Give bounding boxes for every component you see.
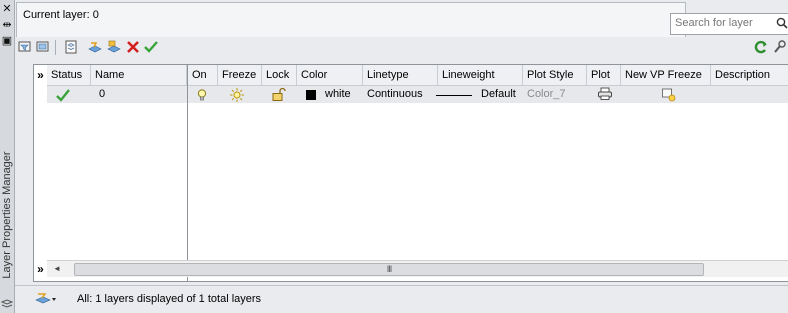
settings-icon[interactable]	[772, 39, 788, 55]
refresh-icon[interactable]	[753, 39, 769, 55]
autohide-icon[interactable]: ⇹	[0, 18, 14, 32]
new-layer-icon[interactable]	[87, 39, 103, 55]
current-layer-box: Current layer: 0	[16, 2, 686, 37]
column-header-plot-style[interactable]: Plot Style	[523, 65, 587, 85]
palette-strip: ✕ ⇹ ▣ Layer Properties Manager	[0, 0, 15, 313]
name-cell[interactable]: 0	[95, 86, 185, 103]
current-layer-label: Current layer: 0	[23, 9, 99, 21]
column-header-description[interactable]: Description	[711, 65, 788, 85]
lineweight-cell[interactable]: Default	[477, 86, 527, 103]
delete-layer-icon[interactable]	[125, 39, 141, 55]
lock-cell[interactable]	[267, 86, 293, 103]
toolbar	[15, 36, 788, 58]
new-property-filter-icon[interactable]	[17, 39, 33, 55]
filter-tree-pane: » »	[33, 64, 48, 282]
column-header-new-vp-freeze[interactable]: New VP Freeze	[621, 65, 711, 85]
layer-grid: Status Name On Freeze Lock Color Linetyp…	[47, 64, 788, 282]
properties-icon[interactable]: ▣	[0, 34, 14, 48]
on-cell[interactable]	[191, 86, 215, 103]
column-header-color[interactable]: Color	[297, 65, 363, 85]
scroll-thumb[interactable]: III	[74, 263, 704, 276]
linetype-cell[interactable]: Continuous	[363, 86, 437, 103]
status-text: All: 1 layers displayed of 1 total layer…	[77, 293, 262, 305]
close-icon[interactable]: ✕	[0, 2, 14, 16]
column-header-status[interactable]: Status	[47, 65, 91, 85]
sun-thawed-icon	[230, 88, 244, 102]
column-header-lineweight[interactable]: Lineweight	[438, 65, 523, 85]
lightbulb-icon	[197, 89, 207, 101]
status-bar: All: 1 layers displayed of 1 total layer…	[15, 285, 788, 312]
horizontal-scrollbar[interactable]: ◄ III ►	[47, 260, 788, 277]
status-cell[interactable]	[53, 86, 73, 103]
scroll-left-icon[interactable]: ◄	[51, 263, 63, 275]
freeze-cell[interactable]	[225, 86, 255, 103]
invert-filter-icon[interactable]	[35, 291, 57, 307]
column-header-lock[interactable]: Lock	[262, 65, 297, 85]
expand-filter-icon[interactable]: »	[34, 261, 47, 277]
scroll-grip: III	[386, 264, 392, 274]
color-swatch	[306, 90, 316, 100]
current-layer-check-icon	[56, 89, 70, 102]
column-header-plot[interactable]: Plot	[587, 65, 621, 85]
plot-style-cell[interactable]: Color_7	[523, 86, 583, 103]
table-row[interactable]: 0 white Continuous Default Color_7	[47, 86, 788, 103]
lineweight-sample-line	[436, 95, 472, 96]
unlocked-icon	[272, 87, 286, 101]
filter-grid-divider	[187, 65, 188, 281]
search-icon[interactable]	[775, 16, 788, 30]
grid-header: Status Name On Freeze Lock Color Linetyp…	[47, 65, 788, 86]
new-vp-freeze-cell[interactable]	[659, 86, 683, 103]
toolbar-separator	[55, 40, 56, 55]
set-current-icon[interactable]	[143, 39, 159, 55]
layer-states-manager-icon[interactable]	[63, 39, 79, 55]
search-input[interactable]	[671, 14, 771, 32]
column-header-name[interactable]: Name	[91, 65, 187, 85]
column-header-on[interactable]: On	[188, 65, 218, 85]
layer-stack-icon	[1, 299, 13, 308]
new-group-filter-icon[interactable]	[35, 39, 51, 55]
layer-manager-panel: Current layer: 0 Search for layer » » St…	[15, 0, 788, 313]
search-box[interactable]	[670, 13, 788, 35]
palette-title: Layer Properties Manager	[1, 151, 13, 279]
collapse-filter-icon[interactable]: »	[34, 67, 47, 83]
plot-cell[interactable]	[595, 86, 619, 103]
column-header-freeze[interactable]: Freeze	[218, 65, 262, 85]
column-header-linetype[interactable]: Linetype	[363, 65, 438, 85]
header-row: Current layer: 0	[15, 0, 788, 37]
vp-thawed-icon	[662, 88, 676, 102]
new-layer-vp-frozen-icon[interactable]	[106, 39, 122, 55]
printer-icon	[598, 87, 612, 100]
